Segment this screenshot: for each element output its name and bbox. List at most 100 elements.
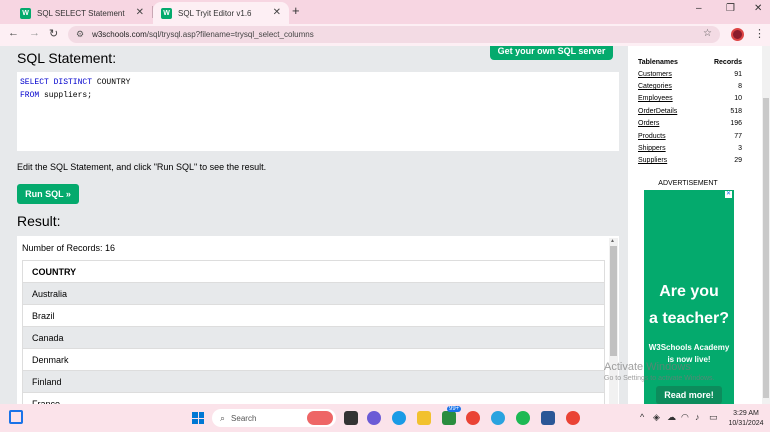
spotify-icon[interactable] [516, 411, 530, 425]
watermark-line-1: Activate Windows [604, 361, 691, 373]
tab-strip: W SQL SELECT Statement ✕ W SQL Tryit Edi… [0, 0, 770, 24]
profile-avatar-icon[interactable] [731, 28, 744, 41]
sql-line-1: SELECT DISTINCT COUNTRY [20, 76, 616, 89]
close-tab-icon[interactable]: ✕ [136, 7, 144, 18]
taskbar: ⌕ Search 99+ ^ ◈ ☁ ◠ ♪ ▭ 3:29 AM 10/31/2… [0, 404, 770, 432]
tab-sql-tryit[interactable]: W SQL Tryit Editor v1.6 ✕ [153, 2, 289, 24]
records-header: Records [713, 58, 742, 66]
whatsapp-icon[interactable] [442, 411, 456, 425]
w3schools-favicon-icon: W [161, 7, 172, 19]
page-scrollbar[interactable] [762, 46, 770, 404]
onedrive-icon[interactable]: ☁ [667, 412, 676, 423]
table-row: Employees 10 [638, 93, 742, 105]
table-link-orders[interactable]: Orders [638, 118, 699, 130]
tablenames-header: Tablenames [638, 58, 678, 66]
show-hidden-icons-icon[interactable]: ^ [640, 412, 644, 422]
sql-line-2: FROM suppliers; [20, 89, 616, 102]
close-tab-icon[interactable]: ✕ [273, 7, 281, 18]
site-info-icon[interactable]: ⚙ [76, 29, 84, 40]
get-sql-server-button[interactable]: Get your own SQL server [490, 46, 613, 60]
table-row: Denmark [22, 348, 605, 371]
chrome-icon[interactable] [466, 411, 480, 425]
search-highlight-icon [307, 411, 333, 425]
table-row: Canada [22, 326, 605, 349]
table-cell: Denmark [22, 348, 605, 371]
table-row: OrderDetails 518 [638, 105, 742, 117]
clock-date: 10/31/2024 [728, 420, 764, 427]
search-icon: ⌕ [220, 412, 226, 423]
task-view-icon[interactable] [344, 411, 358, 425]
page-scroll-thumb[interactable] [763, 98, 769, 398]
table-link-suppliers[interactable]: Suppliers [638, 155, 699, 167]
instruction-text: Edit the SQL Statement, and click "Run S… [17, 162, 267, 172]
table-link-employees[interactable]: Employees [638, 93, 699, 105]
table-row: Brazil [22, 304, 605, 327]
table-link-customers[interactable]: Customers [638, 68, 699, 80]
tablenames-table: Tablenames Records Customers 91 Categorie… [638, 56, 742, 167]
back-arrow-icon[interactable]: ← [8, 27, 19, 39]
browser-menu-icon[interactable]: ⋮ [754, 27, 765, 40]
copilot-icon[interactable] [367, 411, 381, 425]
word-icon[interactable] [541, 411, 555, 425]
reload-icon[interactable]: ↻ [49, 27, 58, 40]
telegram-icon[interactable] [491, 411, 505, 425]
tab-label: SQL SELECT Statement [37, 8, 125, 18]
table-cell: Canada [22, 326, 605, 349]
tab-label: SQL Tryit Editor v1.6 [178, 8, 252, 18]
close-window-button[interactable]: ✕ [754, 3, 762, 14]
security-icon[interactable]: ◈ [653, 412, 660, 423]
sql-text: suppliers; [39, 91, 93, 100]
result-scroll-thumb[interactable] [610, 246, 617, 356]
table-row: Finland [22, 370, 605, 393]
notification-badge: 99+ [447, 406, 462, 412]
taskbar-search[interactable]: ⌕ Search [212, 409, 336, 427]
restore-button[interactable]: ❐ [726, 3, 735, 14]
column-header-country: COUNTRY [22, 260, 605, 283]
record-count-cell: 91 [734, 70, 742, 78]
activate-windows-watermark: Activate Windows Go to Settings to activ… [604, 361, 715, 382]
record-count-cell: 196 [730, 120, 742, 128]
table-row: Customers 91 [638, 68, 742, 80]
chrome-profile-icon[interactable] [566, 411, 580, 425]
file-explorer-icon[interactable] [417, 411, 431, 425]
widgets-icon[interactable] [9, 410, 23, 424]
run-sql-button[interactable]: Run SQL » [17, 184, 79, 204]
edge-icon[interactable] [392, 411, 406, 425]
wifi-icon[interactable]: ◠ [681, 412, 689, 423]
forward-arrow-icon[interactable]: → [29, 27, 40, 39]
new-tab-button[interactable]: + [292, 3, 300, 18]
table-cell: France [22, 392, 605, 404]
system-clock[interactable]: 3:29 AM 10/31/2024 [726, 409, 766, 429]
minimize-button[interactable]: – [696, 3, 702, 14]
table-row: Shippers 3 [638, 142, 742, 154]
record-count-cell: 518 [730, 107, 742, 115]
ad-close-icon[interactable]: ✕ [725, 191, 732, 198]
table-link-orderdetails[interactable]: OrderDetails [638, 105, 699, 117]
ad-subtext-line-1: W3Schools Academy [648, 343, 730, 352]
tab-sql-select[interactable]: W SQL SELECT Statement ✕ [12, 2, 152, 24]
table-row: Suppliers 29 [638, 155, 742, 167]
table-row: France [22, 392, 605, 404]
address-bar[interactable]: ⚙ w3schools.com/sql/trysql.asp?filename=… [68, 26, 720, 43]
table-cell: Finland [22, 370, 605, 393]
table-link-products[interactable]: Products [638, 130, 699, 142]
ad-headline: Are you a teacher? [644, 278, 734, 332]
table-link-categories[interactable]: Categories [638, 80, 699, 92]
table-row: Categories 8 [638, 80, 742, 92]
tables-sidebar: Tablenames Records Customers 91 Categorie… [628, 46, 762, 404]
sql-editor[interactable]: SELECT DISTINCT COUNTRY FROM suppliers; [17, 72, 619, 151]
windows-start-icon[interactable] [192, 412, 204, 424]
navigation-bar: ← → ↻ ⚙ w3schools.com/sql/trysql.asp?fil… [0, 24, 770, 46]
table-link-shippers[interactable]: Shippers [638, 142, 699, 154]
sql-keyword: SELECT DISTINCT [20, 78, 93, 87]
volume-icon[interactable]: ♪ [695, 412, 700, 422]
record-count-cell: 8 [738, 83, 742, 91]
bookmark-star-icon[interactable]: ☆ [703, 28, 712, 39]
advertisement-label: ADVERTISEMENT [658, 180, 718, 187]
battery-icon[interactable]: ▭ [709, 412, 718, 423]
ad-read-more-button[interactable]: Read more! [656, 386, 722, 404]
table-row: Products 77 [638, 130, 742, 142]
scroll-up-icon[interactable]: ▲ [610, 238, 615, 244]
url-path: /sql/trysql.asp?filename=trysql_select_c… [146, 30, 314, 39]
w3schools-favicon-icon: W [20, 7, 31, 19]
